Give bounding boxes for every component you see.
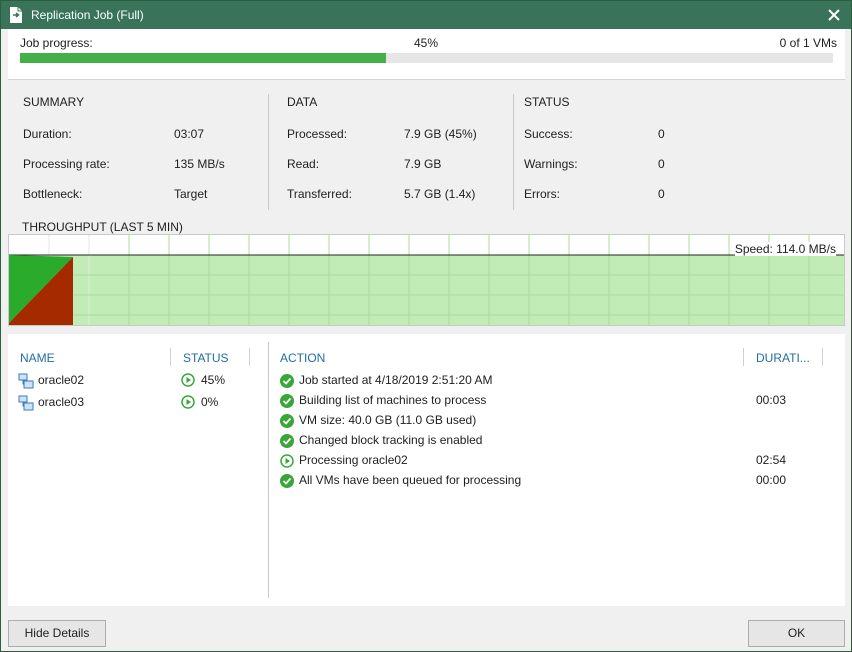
- action-row: Changed block tracking is enabled: [280, 432, 840, 450]
- check-icon: [280, 374, 294, 388]
- vm-status: 45%: [201, 373, 226, 387]
- status-warnings-label: Warnings:: [524, 157, 578, 171]
- action-row: VM size: 40.0 GB (11.0 GB used): [280, 412, 840, 430]
- job-progress-panel: Job progress: 45% 0 of 1 VMs: [8, 29, 845, 79]
- stats-divider: [513, 94, 514, 210]
- summary-heading: SUMMARY: [23, 95, 85, 109]
- column-separator: [249, 348, 250, 366]
- vm-name: oracle03: [38, 395, 85, 409]
- ok-button[interactable]: OK: [748, 620, 845, 647]
- check-icon: [280, 474, 294, 488]
- column-separator: [743, 348, 744, 366]
- check-icon: [280, 434, 294, 448]
- replication-job-window: Replication Job (Full) Job progress: 45%…: [0, 0, 852, 652]
- vm-row[interactable]: oracle03 0%: [18, 394, 258, 412]
- action-row: Job started at 4/18/2019 2:51:20 AM: [280, 372, 840, 390]
- job-progress-count: 0 of 1 VMs: [779, 36, 837, 50]
- throughput-chart: Speed: 114.0 MB/s: [8, 234, 845, 326]
- stats-divider: [268, 94, 269, 210]
- window-title: Replication Job (Full): [31, 8, 144, 22]
- title-bar: Replication Job (Full): [1, 1, 851, 29]
- speed-label: Speed: 114.0 MB/s: [734, 242, 836, 256]
- panel-divider: [268, 342, 269, 598]
- vm-status: 0%: [201, 395, 219, 409]
- job-progress-bar: [20, 53, 833, 63]
- duration-column-header[interactable]: DURATI...: [756, 351, 810, 365]
- status-heading: STATUS: [524, 95, 570, 109]
- data-processed-value: 7.9 GB (45%): [404, 127, 477, 141]
- close-icon[interactable]: [823, 4, 845, 26]
- summary-bottleneck-label: Bottleneck:: [23, 187, 83, 201]
- play-icon: [181, 395, 195, 409]
- summary-duration-value: 03:07: [174, 127, 205, 141]
- action-text: All VMs have been queued for processing: [299, 473, 522, 487]
- details-panel: NAME STATUS oracle02 45% oracle03 0% ACT…: [8, 334, 845, 606]
- summary-rate-value: 135 MB/s: [174, 157, 225, 171]
- throughput-label: THROUGHPUT (LAST 5 MIN): [22, 220, 183, 234]
- action-row: Processing oracle02 02:54: [280, 452, 840, 470]
- action-duration: 00:03: [756, 393, 787, 407]
- check-icon: [280, 414, 294, 428]
- status-success-label: Success:: [524, 127, 573, 141]
- vm-row[interactable]: oracle02 45%: [18, 372, 258, 390]
- play-icon: [280, 454, 294, 468]
- stats-panel: SUMMARY Duration: 03:07 Processing rate:…: [8, 79, 845, 215]
- status-errors-value: 0: [658, 187, 665, 201]
- data-processed-label: Processed:: [287, 127, 348, 141]
- action-text: VM size: 40.0 GB (11.0 GB used): [299, 413, 477, 427]
- status-warnings-value: 0: [658, 157, 665, 171]
- check-icon: [280, 394, 294, 408]
- vm-icon: [18, 395, 34, 411]
- summary-rate-label: Processing rate:: [23, 157, 110, 171]
- summary-duration-label: Duration:: [23, 127, 72, 141]
- column-separator: [822, 348, 823, 366]
- status-column-header[interactable]: STATUS: [183, 351, 229, 365]
- column-separator: [170, 348, 171, 366]
- action-text: Building list of machines to process: [299, 393, 487, 407]
- status-errors-label: Errors:: [524, 187, 560, 201]
- job-progress-percent: 45%: [414, 36, 439, 50]
- action-row: Building list of machines to process 00:…: [280, 392, 840, 410]
- play-icon: [181, 373, 195, 387]
- action-duration: 00:00: [756, 473, 787, 487]
- vm-icon: [18, 373, 34, 389]
- action-duration: 02:54: [756, 453, 787, 467]
- hide-details-button[interactable]: Hide Details: [8, 620, 106, 647]
- job-progress-label: Job progress:: [20, 36, 93, 50]
- vm-name: oracle02: [38, 373, 85, 387]
- data-transferred-value: 5.7 GB (1.4x): [404, 187, 476, 201]
- action-row: All VMs have been queued for processing …: [280, 472, 840, 490]
- document-arrow-icon: [10, 7, 22, 23]
- summary-bottleneck-value: Target: [174, 187, 208, 201]
- action-column-header[interactable]: ACTION: [280, 351, 325, 365]
- throughput-graph: [9, 235, 844, 325]
- data-heading: DATA: [287, 95, 318, 109]
- status-success-value: 0: [658, 127, 665, 141]
- data-transferred-label: Transferred:: [287, 187, 352, 201]
- action-text: Changed block tracking is enabled: [299, 433, 483, 447]
- action-text: Processing oracle02: [299, 453, 408, 467]
- name-column-header[interactable]: NAME: [20, 351, 55, 365]
- action-text: Job started at 4/18/2019 2:51:20 AM: [299, 373, 493, 387]
- data-read-label: Read:: [287, 157, 320, 171]
- data-read-value: 7.9 GB: [404, 157, 442, 171]
- job-progress-fill: [20, 53, 386, 63]
